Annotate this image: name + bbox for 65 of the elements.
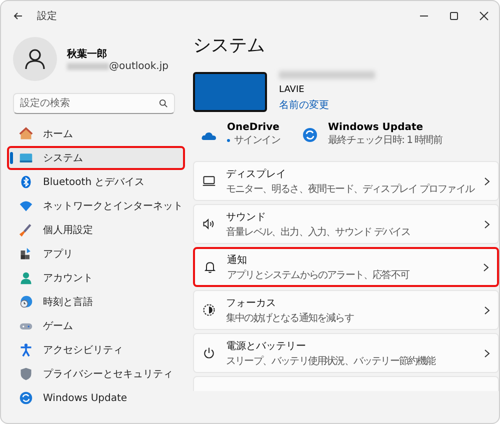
chevron-icon [484, 306, 490, 314]
rename-link[interactable]: 名前の変更 [279, 98, 375, 112]
avatar [13, 37, 57, 81]
settings-card[interactable]: ディスプレイ モニター、明るさ、夜間モード、ディスプレイ プロファイル [193, 161, 499, 201]
card-subtitle: スリープ、バッテリ使用状況、バッテリー節約機能 [226, 354, 437, 368]
window-title: 設定 [37, 10, 57, 23]
sidebar-item[interactable]: ゲーム [7, 314, 185, 338]
card-subtitle: 集中の妨げとなる通知を減らす [226, 312, 355, 324]
chevron-icon [484, 176, 490, 186]
chevron-icon [484, 348, 490, 358]
card-title: 通知 [227, 254, 248, 266]
card-title: 電源とバッテリー [226, 340, 307, 352]
sound-icon [202, 217, 216, 231]
chevron-icon [484, 220, 490, 228]
settings-card[interactable]: 電源とバッテリー スリープ、バッテリ使用状況、バッテリー節約機能 [193, 333, 499, 373]
search-field[interactable]: 設定の検索 [13, 93, 175, 114]
update-icon [19, 391, 33, 405]
status-dot-icon [227, 138, 230, 142]
apps-icon [19, 247, 33, 261]
accessibility-icon [19, 343, 33, 357]
status-subtitle: 最終チェック日時: 1 時間前 [328, 134, 442, 147]
user-name: 秋葉一郎 [67, 47, 108, 60]
sidebar-item[interactable]: プライバシーとセキュリティ [7, 362, 185, 386]
focus-icon [202, 303, 216, 317]
sidebar-item[interactable]: アクセシビリティ [7, 338, 185, 362]
settings-card[interactable]: 通知 アプリとシステムからのアラート、応答不可 [193, 247, 499, 287]
back-arrow-icon[interactable] [13, 11, 23, 21]
account-icon [19, 271, 33, 285]
page-title: システム [193, 34, 266, 57]
card-title: サウンド [226, 210, 267, 224]
sidebar-item[interactable]: アカウント [7, 266, 185, 290]
sidebar-item[interactable]: システム [7, 146, 185, 170]
sidebar-item[interactable]: 個人用設定 [7, 218, 185, 242]
status-subtitle: サインイン [234, 134, 280, 147]
redacted-text [67, 62, 109, 70]
home-icon [19, 127, 33, 141]
search-icon [159, 99, 168, 108]
status-title: Windows Update [328, 122, 424, 133]
sidebar-item[interactable]: Bluetooth とデバイス [7, 170, 185, 194]
sidebar-item[interactable]: Windows Update [7, 386, 185, 410]
card-subtitle: モニター、明るさ、夜間モード、ディスプレイ プロファイル [226, 182, 474, 196]
maximize-icon [449, 11, 459, 21]
user-email: @outlook.jp [109, 60, 168, 72]
card-title: フォーカス [226, 296, 277, 310]
network-icon [19, 199, 33, 213]
time-icon [19, 295, 33, 309]
settings-card[interactable]: サウンド 音量レベル、出力、入力、サウンド デバイス [193, 204, 499, 244]
sidebar-item[interactable]: ネットワークとインターネット [7, 194, 185, 218]
chevron-icon [482, 262, 489, 272]
device-model: LAVIE [279, 85, 306, 95]
sidebar-item[interactable]: 時刻と言語 [7, 290, 185, 314]
status-title: OneDrive [227, 122, 280, 133]
notification-icon [203, 260, 217, 274]
sidebar-item[interactable]: ホーム [7, 122, 185, 146]
update-icon [302, 126, 318, 142]
display-icon [202, 174, 216, 188]
close-icon [479, 11, 489, 21]
bluetooth-icon [19, 175, 33, 189]
power-icon [202, 346, 216, 360]
settings-card[interactable]: フォーカス 集中の妨げとなる通知を減らす [193, 290, 499, 330]
card-subtitle: 音量レベル、出力、入力、サウンド デバイス [226, 226, 412, 238]
sidebar-item[interactable]: アプリ [7, 242, 185, 266]
system-icon [19, 151, 33, 165]
card-title: ディスプレイ [226, 168, 287, 180]
card-subtitle: アプリとシステムからのアラート、応答不可 [227, 268, 411, 282]
